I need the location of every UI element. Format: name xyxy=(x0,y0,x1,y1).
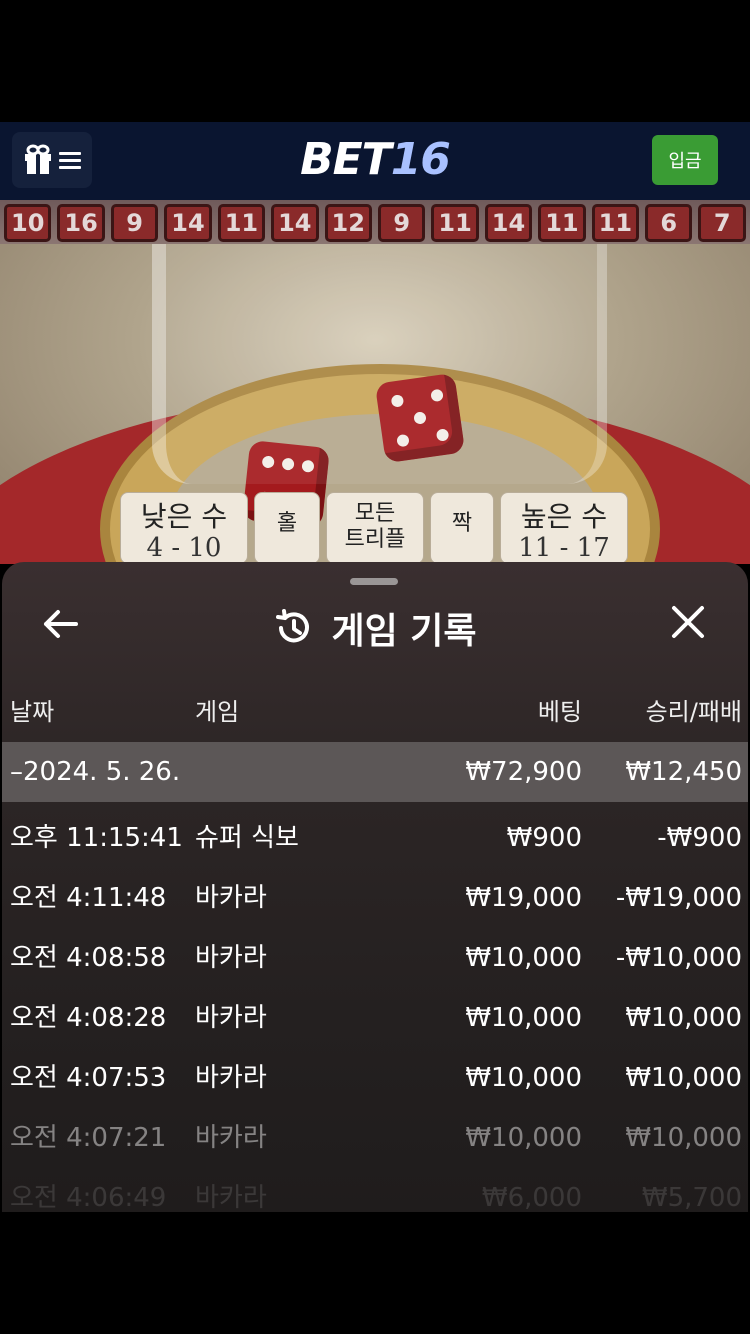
history-result-chip: 14 xyxy=(164,204,212,242)
bet-odd-button[interactable]: 홀 xyxy=(254,492,320,564)
history-row[interactable]: 오후 11:15:41 슈퍼 식보 ₩900 -₩900 xyxy=(2,808,748,868)
history-result-chip: 6 xyxy=(645,204,693,242)
history-result-chip: 11 xyxy=(217,204,266,242)
game-history-sheet: 게임 기록 날짜 게임 베팅 승리/패배 –2024. 5. 26. ₩72,9… xyxy=(2,562,748,1212)
row-bet: ₩10,000 xyxy=(465,943,582,973)
deposit-button[interactable]: 입금 xyxy=(652,135,718,185)
history-result-chip: 11 xyxy=(431,204,479,242)
row-game: 바카라 xyxy=(195,1123,267,1153)
bet16-logo[interactable]: BET16 xyxy=(0,134,750,185)
column-game: 게임 xyxy=(195,698,240,726)
date-group-bet-total: ₩72,900 xyxy=(465,757,582,787)
row-bet: ₩10,000 xyxy=(465,1003,582,1033)
top-bar: BET16 입금 xyxy=(0,122,750,200)
column-date: 날짜 xyxy=(10,698,55,726)
row-result: -₩10,000 xyxy=(615,943,742,973)
history-row[interactable]: 오전 4:07:21 바카라 ₩10,000 ₩10,000 xyxy=(2,1108,748,1168)
history-result-chip: 10 xyxy=(4,204,52,242)
date-group-result-total: ₩12,450 xyxy=(625,757,742,787)
history-result-chip: 14 xyxy=(271,204,319,242)
history-row[interactable]: 오전 4:08:28 바카라 ₩10,000 ₩10,000 xyxy=(2,988,748,1048)
history-result-chip: 11 xyxy=(591,204,640,242)
row-bet: ₩900 xyxy=(506,823,582,853)
row-game: 바카라 xyxy=(195,1183,267,1212)
row-bet: ₩19,000 xyxy=(465,883,582,913)
close-icon xyxy=(672,606,704,638)
close-button[interactable] xyxy=(664,604,712,648)
bet-any-triple-label-2: 트리플 xyxy=(344,527,406,552)
history-result-chip: 16 xyxy=(57,204,105,242)
bet-high-button[interactable]: 높은 수 11 - 17 xyxy=(500,492,628,564)
row-game: 슈퍼 식보 xyxy=(195,823,299,853)
row-game: 바카라 xyxy=(195,943,267,973)
history-result-chip: 12 xyxy=(324,204,372,242)
history-result-chip: 11 xyxy=(538,204,586,242)
history-result-chip: 14 xyxy=(484,204,533,242)
row-time: 오전 4:06:49 xyxy=(10,1183,167,1212)
history-row[interactable]: 오전 4:08:58 바카라 ₩10,000 -₩10,000 xyxy=(2,928,748,988)
history-result-chip: 9 xyxy=(110,204,159,242)
history-table-header: 날짜 게임 베팅 승리/패배 xyxy=(2,692,748,732)
bet-odd-label: 홀 xyxy=(276,511,298,536)
column-win-loss: 승리/패배 xyxy=(645,698,742,726)
bet-even-label: 짝 xyxy=(451,511,473,536)
history-icon xyxy=(276,609,310,643)
row-result: -₩19,000 xyxy=(615,883,742,913)
bet-low-label: 낮은 수 xyxy=(140,500,228,533)
row-bet: ₩10,000 xyxy=(465,1063,582,1093)
bet-low-range: 4 - 10 xyxy=(146,533,222,563)
row-time: 오전 4:08:58 xyxy=(10,943,167,973)
bet-high-label: 높은 수 xyxy=(520,500,608,533)
row-game: 바카라 xyxy=(195,1063,267,1093)
column-bet: 베팅 xyxy=(537,698,582,726)
bet-options: 낮은 수 4 - 10 홀 모든 트리플 짝 높은 수 11 - 17 xyxy=(120,492,628,564)
logo-text-16: 16 xyxy=(390,134,451,185)
history-rows: 오후 11:15:41 슈퍼 식보 ₩900 -₩900 오전 4:11:48 바카라 ₩1… xyxy=(2,808,748,1212)
sheet-header: 게임 기록 xyxy=(2,602,748,654)
logo-text-bet: BET xyxy=(300,134,392,185)
row-game: 바카라 xyxy=(195,883,267,913)
row-time: 오전 4:11:48 xyxy=(10,883,167,913)
row-game: 바카라 xyxy=(195,1003,267,1033)
history-result-chip: 7 xyxy=(698,204,746,242)
row-time: 오전 4:07:21 xyxy=(10,1123,167,1153)
sheet-drag-handle[interactable] xyxy=(350,578,398,585)
dice-shaker-dome xyxy=(152,244,607,484)
bet-even-button[interactable]: 짝 xyxy=(430,492,494,564)
row-result: ₩10,000 xyxy=(625,1123,742,1153)
row-time: 오전 4:07:53 xyxy=(10,1063,167,1093)
date-group-row[interactable]: –2024. 5. 26. ₩72,900 ₩12,450 xyxy=(2,742,748,802)
bet-any-triple-button[interactable]: 모든 트리플 xyxy=(326,492,424,564)
row-time: 오후 11:15:41 xyxy=(10,823,183,853)
bet-any-triple-label-1: 모든 xyxy=(354,501,396,526)
row-time: 오전 4:08:28 xyxy=(10,1003,167,1033)
sicbo-game-scene: 낮은 수 4 - 10 홀 모든 트리플 짝 높은 수 11 - 17 xyxy=(0,244,750,564)
bet-high-range: 11 - 17 xyxy=(518,533,610,563)
result-history-strip: 10 16 9 14 11 14 12 9 11 14 11 11 6 7 xyxy=(0,200,750,244)
date-group-date: –2024. 5. 26. xyxy=(10,757,181,787)
row-result: ₩10,000 xyxy=(625,1063,742,1093)
bet-low-button[interactable]: 낮은 수 4 - 10 xyxy=(120,492,248,564)
row-bet: ₩6,000 xyxy=(481,1183,582,1212)
row-result: ₩5,700 xyxy=(641,1183,742,1212)
row-result: ₩10,000 xyxy=(625,1003,742,1033)
sheet-title: 게임 기록 xyxy=(331,611,477,652)
history-row[interactable]: 오전 4:11:48 바카라 ₩19,000 -₩19,000 xyxy=(2,868,748,928)
row-result: -₩900 xyxy=(657,823,742,853)
history-row[interactable]: 오전 4:06:49 바카라 ₩6,000 ₩5,700 xyxy=(2,1168,748,1212)
history-row[interactable]: 오전 4:07:53 바카라 ₩10,000 ₩10,000 xyxy=(2,1048,748,1108)
history-result-chip: 9 xyxy=(377,204,426,242)
row-bet: ₩10,000 xyxy=(465,1123,582,1153)
